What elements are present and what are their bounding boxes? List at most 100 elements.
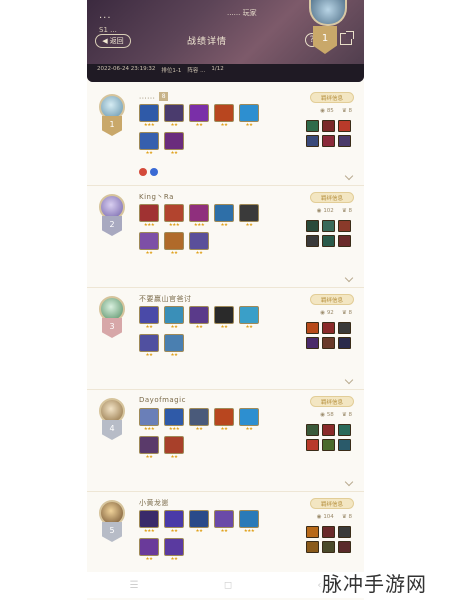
chevron-down-icon[interactable]	[344, 375, 354, 385]
item-icon[interactable]	[306, 424, 319, 436]
item-icon[interactable]	[322, 337, 335, 349]
unit[interactable]: ★★	[164, 510, 184, 534]
unit[interactable]: ★★	[139, 306, 159, 330]
unit[interactable]: ★★	[189, 408, 209, 432]
player-name: King丶Ra	[139, 193, 174, 201]
unit[interactable]: ★★	[239, 408, 259, 432]
item-icon[interactable]	[322, 322, 335, 334]
unit[interactable]: ★★	[139, 132, 159, 156]
item-icon[interactable]	[322, 220, 335, 232]
item-icon[interactable]	[338, 526, 351, 538]
player-card[interactable]: 2 King丶Ra ★★★ ★★★ ★★★ ★★ ★★ ★★ ★★ ★★ 羁绊信…	[87, 188, 364, 288]
item-icon[interactable]	[306, 220, 319, 232]
item-icon[interactable]	[306, 120, 319, 132]
unit[interactable]: ★★	[214, 204, 234, 228]
unit[interactable]: ★★	[164, 232, 184, 256]
item-icon[interactable]	[306, 439, 319, 451]
item-icon[interactable]	[322, 235, 335, 247]
unit[interactable]: ★★	[214, 104, 234, 128]
item-icon[interactable]	[322, 439, 335, 451]
unit[interactable]: ★★★	[139, 104, 159, 128]
item-icon[interactable]	[306, 337, 319, 349]
item-icon[interactable]	[338, 220, 351, 232]
player-stats: ◉ 102 ♛ 8	[317, 208, 352, 214]
level-icon: ♛ 8	[341, 514, 352, 520]
item-icon[interactable]	[338, 235, 351, 247]
chevron-down-icon[interactable]	[344, 477, 354, 487]
item-icon[interactable]	[338, 135, 351, 147]
unit[interactable]: ★★	[214, 510, 234, 534]
augment-icon[interactable]	[139, 168, 147, 176]
back-icon[interactable]: ‹	[317, 580, 321, 591]
player-card[interactable]: 1 ...... 8 ★★★ ★★ ★★ ★★ ★★ ★★ ★★ 羁绊信息 ◉ 8…	[87, 88, 364, 186]
unit[interactable]: ★★	[164, 334, 184, 358]
back-button[interactable]: ◀ 返回	[95, 34, 131, 48]
unit[interactable]: ★★	[139, 538, 159, 562]
item-icon[interactable]	[322, 541, 335, 553]
match-meta: 2022-06-24 23:19:32 排位1-1 阵容 ... 1/12	[97, 66, 224, 74]
gold-icon: ◉ 104	[316, 514, 334, 520]
unit[interactable]: ★★★	[139, 204, 159, 228]
item-icon[interactable]	[306, 135, 319, 147]
item-icon[interactable]	[338, 424, 351, 436]
unit[interactable]: ★★★	[239, 510, 259, 534]
trait-info-button[interactable]: 羁绊信息	[310, 396, 354, 407]
item-grid	[306, 526, 352, 553]
page-title: 战绩详情	[187, 37, 228, 47]
unit[interactable]: ★★	[164, 104, 184, 128]
augment-icon[interactable]	[150, 168, 158, 176]
unit[interactable]: ★★	[214, 306, 234, 330]
chevron-down-icon[interactable]	[344, 273, 354, 283]
player-card[interactable]: 4 Dayofmagic ★★★ ★★★ ★★ ★★ ★★ ★★ ★★ 羁绊信息…	[87, 392, 364, 492]
item-icon[interactable]	[338, 439, 351, 451]
chevron-down-icon[interactable]	[344, 171, 354, 181]
match-date: 2022-06-24 23:19:32	[97, 66, 156, 72]
unit[interactable]: ★★★	[139, 408, 159, 432]
unit[interactable]: ★★	[214, 408, 234, 432]
unit[interactable]: ★★	[139, 334, 159, 358]
item-icon[interactable]	[306, 526, 319, 538]
item-icon[interactable]	[322, 135, 335, 147]
item-icon[interactable]	[306, 235, 319, 247]
player-stats: ◉ 92 ♛ 8	[320, 310, 352, 316]
match-page: 1/12	[211, 66, 224, 72]
item-icon[interactable]	[338, 541, 351, 553]
gold-icon: ◉ 58	[320, 412, 334, 418]
unit[interactable]: ★★★	[139, 510, 159, 534]
trait-info-button[interactable]: 羁绊信息	[310, 294, 354, 305]
unit[interactable]: ★★	[239, 204, 259, 228]
unit[interactable]: ★★	[189, 306, 209, 330]
unit[interactable]: ★★	[164, 436, 184, 460]
item-icon[interactable]	[322, 424, 335, 436]
unit[interactable]: ★★	[189, 104, 209, 128]
item-icon[interactable]	[338, 337, 351, 349]
player-card[interactable]: 5 小黄龙崽 ★★★ ★★ ★★ ★★ ★★★ ★★ ★★ 羁绊信息 ◉ 104…	[87, 494, 364, 574]
share-icon[interactable]	[340, 31, 354, 45]
home-icon[interactable]: ◻	[224, 580, 232, 591]
player-card[interactable]: 3 不要赢山官爸讨 ★★ ★★ ★★ ★★ ★★ ★★ ★★ 羁绊信息 ◉ 92…	[87, 290, 364, 390]
watermark: 脉冲手游网	[322, 572, 427, 596]
menu-icon[interactable]: ☰	[130, 580, 139, 591]
unit[interactable]: ★★	[139, 232, 159, 256]
item-icon[interactable]	[338, 322, 351, 334]
trait-info-button[interactable]: 羁绊信息	[310, 92, 354, 103]
unit[interactable]: ★★	[189, 232, 209, 256]
unit[interactable]: ★★	[139, 436, 159, 460]
unit[interactable]: ★★★	[189, 204, 209, 228]
item-icon[interactable]	[306, 541, 319, 553]
unit-list: ★★★ ★★★ ★★★ ★★ ★★ ★★ ★★ ★★	[139, 204, 269, 256]
item-icon[interactable]	[338, 120, 351, 132]
unit[interactable]: ★★★	[164, 408, 184, 432]
item-icon[interactable]	[322, 120, 335, 132]
item-icon[interactable]	[322, 526, 335, 538]
unit[interactable]: ★★	[164, 132, 184, 156]
unit[interactable]: ★★★	[164, 204, 184, 228]
unit[interactable]: ★★	[164, 538, 184, 562]
unit[interactable]: ★★	[164, 306, 184, 330]
item-icon[interactable]	[306, 322, 319, 334]
trait-info-button[interactable]: 羁绊信息	[310, 498, 354, 509]
trait-info-button[interactable]: 羁绊信息	[310, 192, 354, 203]
unit[interactable]: ★★	[239, 104, 259, 128]
unit[interactable]: ★★	[189, 510, 209, 534]
unit[interactable]: ★★	[239, 306, 259, 330]
